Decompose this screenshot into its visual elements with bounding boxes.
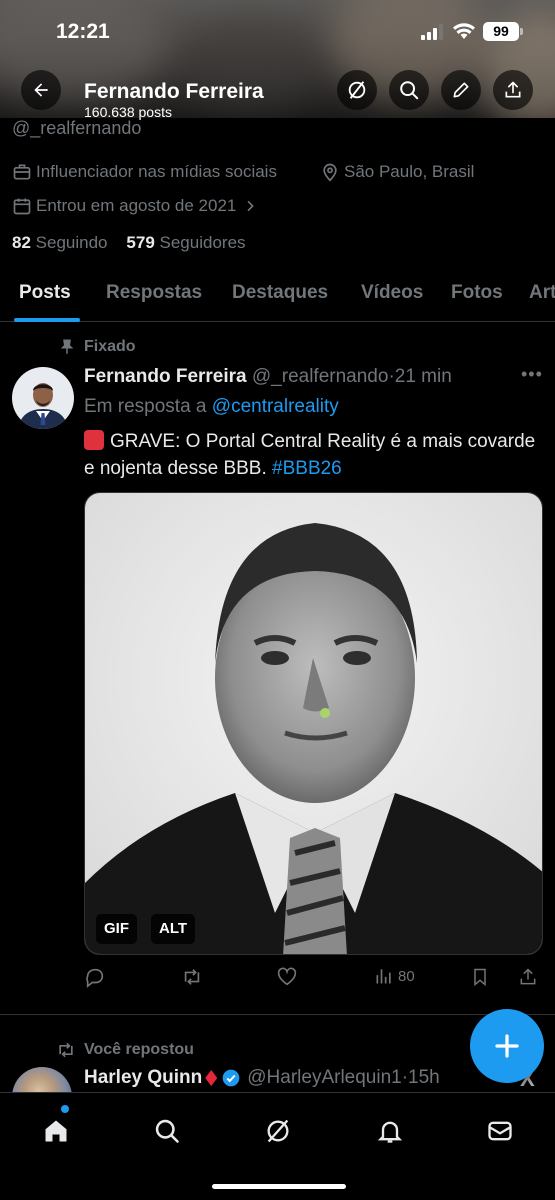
gif-badge[interactable]: GIF [96, 914, 137, 944]
alt-badge[interactable]: ALT [151, 914, 196, 944]
post-header: Harley Quinn @HarleyArlequin1 · 15h [84, 1067, 440, 1089]
home-indicator [212, 1184, 346, 1189]
repost-button[interactable] [180, 966, 208, 988]
reply-to-link[interactable]: @centralreality [212, 396, 339, 417]
home-icon [45, 1120, 67, 1142]
profile-handle: @_realfernando [12, 118, 142, 138]
avatar-image [12, 367, 74, 429]
views-button[interactable]: 80 [374, 966, 415, 986]
repost-label: Você repostou [55, 1040, 194, 1060]
post-time: 21 min [394, 366, 452, 387]
profile-joined[interactable]: Entrou em agosto de 2021 [12, 196, 262, 216]
reply-context: Em resposta a @centralreality [84, 396, 339, 417]
follow-stats: 82 Seguindo 579 Seguidores [12, 233, 246, 253]
search-button[interactable] [389, 70, 429, 110]
wifi-icon [453, 23, 475, 39]
back-button[interactable] [21, 70, 61, 110]
grok-icon [267, 1119, 289, 1143]
repost-icon [59, 1042, 73, 1058]
repost-icon [184, 969, 200, 985]
like-button[interactable] [276, 966, 302, 988]
reply-button[interactable] [84, 966, 110, 988]
post-media-gif[interactable] [84, 492, 543, 955]
author-handle[interactable]: @_realfernando [252, 366, 389, 387]
tab-videos[interactable]: Vídeos [361, 282, 423, 304]
author-name[interactable]: Fernando Ferreira [84, 366, 247, 387]
more-options-button[interactable]: ••• [521, 364, 543, 385]
tab-highlights[interactable]: Destaques [232, 282, 328, 304]
following-link[interactable]: 82 Seguindo [12, 233, 108, 252]
followers-link[interactable]: 579 Seguidores [126, 233, 245, 252]
nav-home[interactable] [36, 1111, 76, 1151]
search-icon [400, 81, 419, 100]
avatar[interactable] [12, 367, 74, 429]
briefcase-icon [13, 164, 31, 180]
back-arrow-icon [34, 83, 48, 97]
hashtag-link[interactable]: #BBB26 [272, 458, 342, 479]
edit-button[interactable] [441, 70, 481, 110]
search-icon [155, 1119, 179, 1143]
pin-icon [60, 339, 74, 354]
share-icon [505, 81, 521, 98]
profile-category: Influenciador nas mídias sociais [12, 162, 277, 182]
tab-replies[interactable]: Respostas [106, 282, 202, 304]
post-text: GRAVE: O Portal Central Reality é a mais… [84, 430, 536, 479]
bookmark-icon [474, 968, 486, 987]
views-icon [376, 969, 391, 984]
plus-icon [495, 1034, 519, 1058]
like-icon [277, 967, 297, 986]
share-button[interactable] [493, 70, 533, 110]
post-time: 15h [408, 1067, 440, 1088]
tab-articles[interactable]: Art [529, 282, 555, 304]
notifications-icon [377, 1121, 403, 1143]
divider [0, 1014, 555, 1015]
location-text: São Paulo, Brasil [344, 162, 475, 181]
nav-grok[interactable] [258, 1111, 298, 1151]
nav-messages[interactable] [480, 1111, 520, 1151]
location-icon [323, 163, 337, 182]
compose-button[interactable] [470, 1009, 544, 1083]
header-name: Fernando Ferreira [84, 80, 264, 103]
battery-indicator: 99 [483, 22, 519, 41]
share-post-button[interactable] [518, 966, 542, 988]
grok-button[interactable] [337, 70, 377, 110]
profile-tabs: Posts Respostas Destaques Vídeos Fotos A… [0, 268, 555, 322]
views-count: 80 [398, 967, 415, 985]
home-notification-dot [61, 1105, 69, 1113]
tab-posts[interactable]: Posts [19, 282, 71, 304]
verified-icon [222, 1069, 240, 1087]
nav-notifications[interactable] [370, 1111, 410, 1151]
grok-icon [348, 81, 366, 99]
media-image [85, 493, 542, 954]
calendar-icon [13, 198, 31, 215]
profile-location: São Paulo, Brasil [320, 162, 474, 182]
post-actions: 80 [84, 966, 544, 992]
tab-photos[interactable]: Fotos [451, 282, 503, 304]
joined-text: Entrou em agosto de 2021 [36, 196, 237, 215]
signal-icon [421, 24, 445, 40]
reply-icon [86, 968, 104, 988]
diamond-emoji-icon [205, 1070, 218, 1086]
author-handle[interactable]: @HarleyArlequin1 [247, 1067, 401, 1089]
nav-search[interactable] [147, 1111, 187, 1151]
edit-icon [453, 82, 469, 98]
share-icon [520, 968, 536, 985]
chevron-right-icon [247, 200, 255, 212]
bookmark-button[interactable] [470, 966, 494, 988]
status-time: 12:21 [56, 20, 110, 43]
siren-emoji-icon [84, 430, 104, 450]
active-tab-indicator [14, 318, 80, 322]
status-bar: 12:21 99 [0, 0, 555, 64]
messages-icon [488, 1121, 512, 1141]
category-text: Influenciador nas mídias sociais [36, 162, 277, 181]
pinned-label: Fixado [58, 338, 136, 356]
post-header: Fernando Ferreira @_realfernando·21 min [84, 366, 452, 387]
author-name[interactable]: Harley Quinn [84, 1067, 202, 1089]
